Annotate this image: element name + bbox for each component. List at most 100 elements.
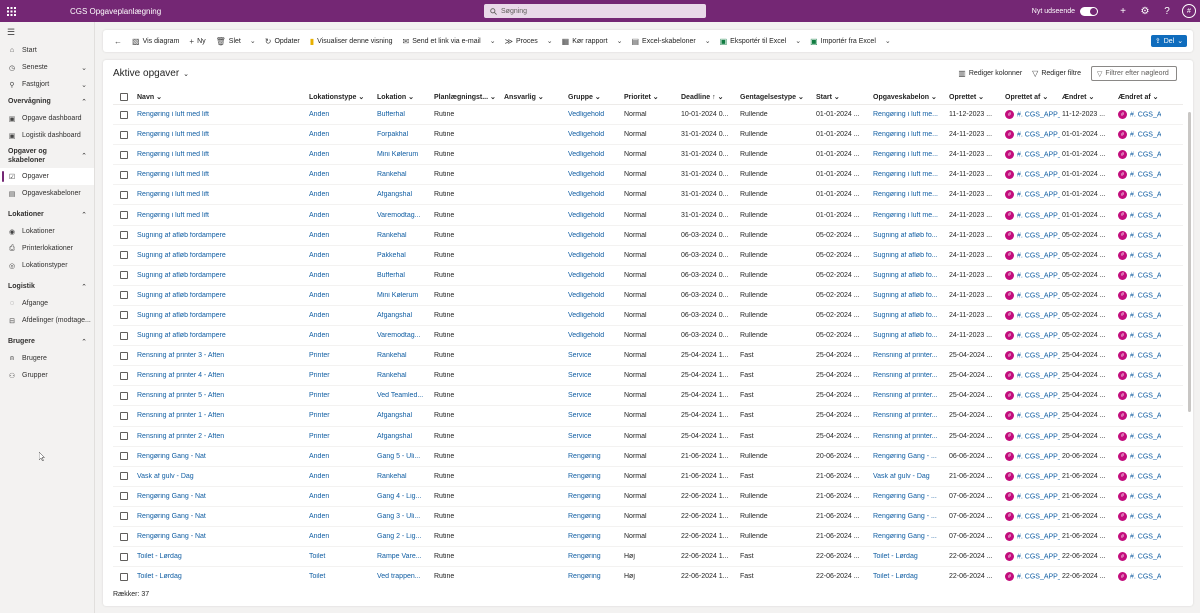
table-cell[interactable]: Rengøring [568,513,601,520]
table-cell[interactable]: Vedligehold [568,292,604,299]
share-button[interactable]: ⇪ Del ⌄ [1151,35,1187,47]
table-row[interactable]: Rengøring i luft med lift Anden Bufferhal R… [113,105,1183,126]
column-header[interactable]: Ændret af ⌄ [1116,93,1161,101]
table-cell[interactable]: Printer [309,392,330,399]
table-cell[interactable]: Printer [309,352,330,359]
table-cell[interactable]: #. CGS_APP_... [1017,533,1060,540]
table-cell[interactable]: Anden [309,232,329,239]
table-cell[interactable]: Afgangshal [377,191,412,198]
table-cell[interactable]: Rengøring [568,553,601,560]
table-cell[interactable]: Vedligehold [568,332,604,339]
table-cell[interactable]: #. CGS_APP_... [1017,252,1060,259]
table-row[interactable]: Rensning af printer 4 - Aften Printer Rank… [113,366,1183,387]
table-row[interactable]: Rensning af printer 3 - Aften Printer Rank… [113,346,1183,367]
excel-templates-chevron-icon[interactable]: ⌄ [701,37,715,45]
table-cell[interactable]: #. CGS_APP_... [1017,232,1060,239]
column-header[interactable]: Oprettet af ⌄ [1003,93,1060,101]
chevron-up-icon[interactable]: ⌃ [81,98,87,106]
sidebar-item-departures[interactable]: ◌ Afgange [0,295,94,312]
sidebar-item-printer-locations[interactable]: ⎙ Printerlokationer [0,240,94,257]
sidebar-item-location-types[interactable]: ◎ Lokationstyper [0,257,94,274]
table-cell[interactable]: Pakkehal [377,252,406,259]
row-checkbox[interactable] [113,251,135,260]
table-row[interactable]: Rensning af printer 2 - Aften Printer Afga… [113,427,1183,447]
table-cell[interactable]: Sugning af afløb fordampere [137,232,226,239]
table-cell[interactable]: Rengøring [568,533,601,540]
table-row[interactable]: Toilet - Lørdag Toilet Ved trappen... Rutin… [113,567,1183,584]
row-checkbox[interactable] [113,552,135,561]
table-row[interactable]: Sugning af afløb fordampere Anden Varemodt… [113,326,1183,347]
app-launcher-icon[interactable] [0,0,22,22]
table-row[interactable]: Toilet - Lørdag Toilet Rampe Vare... Rutine… [113,547,1183,568]
table-cell[interactable]: Sugning af afløb fordampere [137,332,226,339]
table-cell[interactable]: Vedligehold [568,191,604,198]
table-row[interactable]: Rengøring i luft med lift Anden Forpakhal R… [113,125,1183,146]
table-cell[interactable]: Vedligehold [568,252,604,259]
sidebar-item-recent[interactable]: ◷ Seneste ⌄ [0,59,94,76]
row-checkbox[interactable] [113,190,135,199]
table-cell[interactable]: Rengøring Gang - Nat [137,453,206,460]
new-button[interactable]: + Ny [184,30,210,52]
row-checkbox[interactable] [113,351,135,360]
row-checkbox[interactable] [113,371,135,380]
sidebar-group-tasks-templates[interactable]: Opgaver og skabeloner ⌃ [0,144,94,168]
table-cell[interactable]: #. CGS_APP_... [1017,453,1060,460]
view-selector[interactable]: Aktive opgaver ⌄ [113,68,189,79]
table-cell[interactable]: Rensning af printer... [873,412,938,419]
row-checkbox[interactable] [113,311,135,320]
row-checkbox[interactable] [113,572,135,581]
table-cell[interactable]: #. CGS_APP_... [1017,353,1060,360]
row-checkbox[interactable] [113,231,135,240]
table-cell[interactable]: Anden [309,191,329,198]
table-cell[interactable]: #. CGS_APP_... [1130,373,1161,380]
table-cell[interactable]: #. CGS_APP_... [1017,513,1060,520]
table-row[interactable]: Rengøring i luft med lift Anden Rankehal Ru… [113,165,1183,186]
table-cell[interactable]: Rampe Vare... [377,553,422,560]
table-cell[interactable]: Vask af gulv - Dag [873,473,930,480]
table-cell[interactable]: #. CGS_APP_... [1017,373,1060,380]
table-cell[interactable]: Rensning af printer... [873,372,938,379]
table-cell[interactable]: Sugning af afløb fo... [873,272,938,279]
table-row[interactable]: Sugning af afløb fordampere Anden Afgangsh… [113,306,1183,327]
table-cell[interactable]: #. CGS_APP_... [1130,172,1161,179]
table-row[interactable]: Rengøring Gang - Nat Anden Gang 3 - Uli...… [113,507,1183,527]
table-cell[interactable]: Vedligehold [568,272,604,279]
email-link-button[interactable]: ✉ Send et link via e-mail [398,30,486,52]
table-row[interactable]: Sugning af afløb fordampere Anden Pakkehal… [113,246,1183,266]
visualize-button[interactable]: ▮ Visualiser denne visning [305,30,398,52]
table-cell[interactable]: Vedligehold [568,131,604,138]
table-cell[interactable]: Rengøring [568,573,601,580]
vertical-scrollbar[interactable] [1188,112,1191,412]
table-cell[interactable]: #. CGS_APP_... [1017,553,1060,560]
table-row[interactable]: Rengøring Gang - Nat Anden Gang 5 - Uli...… [113,447,1183,467]
table-cell[interactable]: Rengøring i luft med lift [137,171,209,178]
table-cell[interactable]: #. CGS_APP_... [1130,292,1161,299]
table-cell[interactable]: Varemodtag... [377,212,420,219]
table-cell[interactable]: Afgangshal [377,312,412,319]
show-chart-button[interactable]: ▧ Vis diagram [127,30,184,52]
edit-columns-button[interactable]: ▥ Rediger kolonner [958,69,1022,78]
table-cell[interactable]: #. CGS_APP_... [1130,493,1161,500]
row-checkbox[interactable] [113,452,135,461]
table-cell[interactable]: Anden [309,212,329,219]
table-cell[interactable]: Rengøring [568,453,601,460]
email-menu-chevron-icon[interactable]: ⌄ [486,37,500,45]
column-header[interactable]: Deadline ↑ ⌄ [679,93,738,101]
chevron-up-icon[interactable]: ⌃ [81,152,87,161]
table-cell[interactable]: Rensning af printer... [873,433,938,440]
row-checkbox[interactable] [113,110,135,119]
table-cell[interactable]: Vedligehold [568,171,604,178]
table-cell[interactable]: #. CGS_APP_... [1130,473,1161,480]
delete-button[interactable]: 🗑 Slet [211,30,246,52]
table-row[interactable]: Sugning af afløb fordampere Anden Mini Køl… [113,286,1183,306]
table-cell[interactable]: #. CGS_APP_... [1130,212,1161,219]
table-cell[interactable]: #. CGS_APP_... [1130,332,1161,339]
sidebar-item-users[interactable]: ⍝ Brugere [0,350,94,367]
table-cell[interactable]: #. CGS_APP_... [1017,192,1060,199]
delete-menu-chevron-icon[interactable]: ⌄ [246,37,260,45]
row-checkbox[interactable] [113,411,135,420]
help-icon[interactable]: ? [1156,0,1178,22]
table-cell[interactable]: Toilet - Lørdag [137,573,182,580]
chevron-up-icon[interactable]: ⌃ [81,283,87,291]
table-cell[interactable]: Sugning af afløb fordampere [137,312,226,319]
